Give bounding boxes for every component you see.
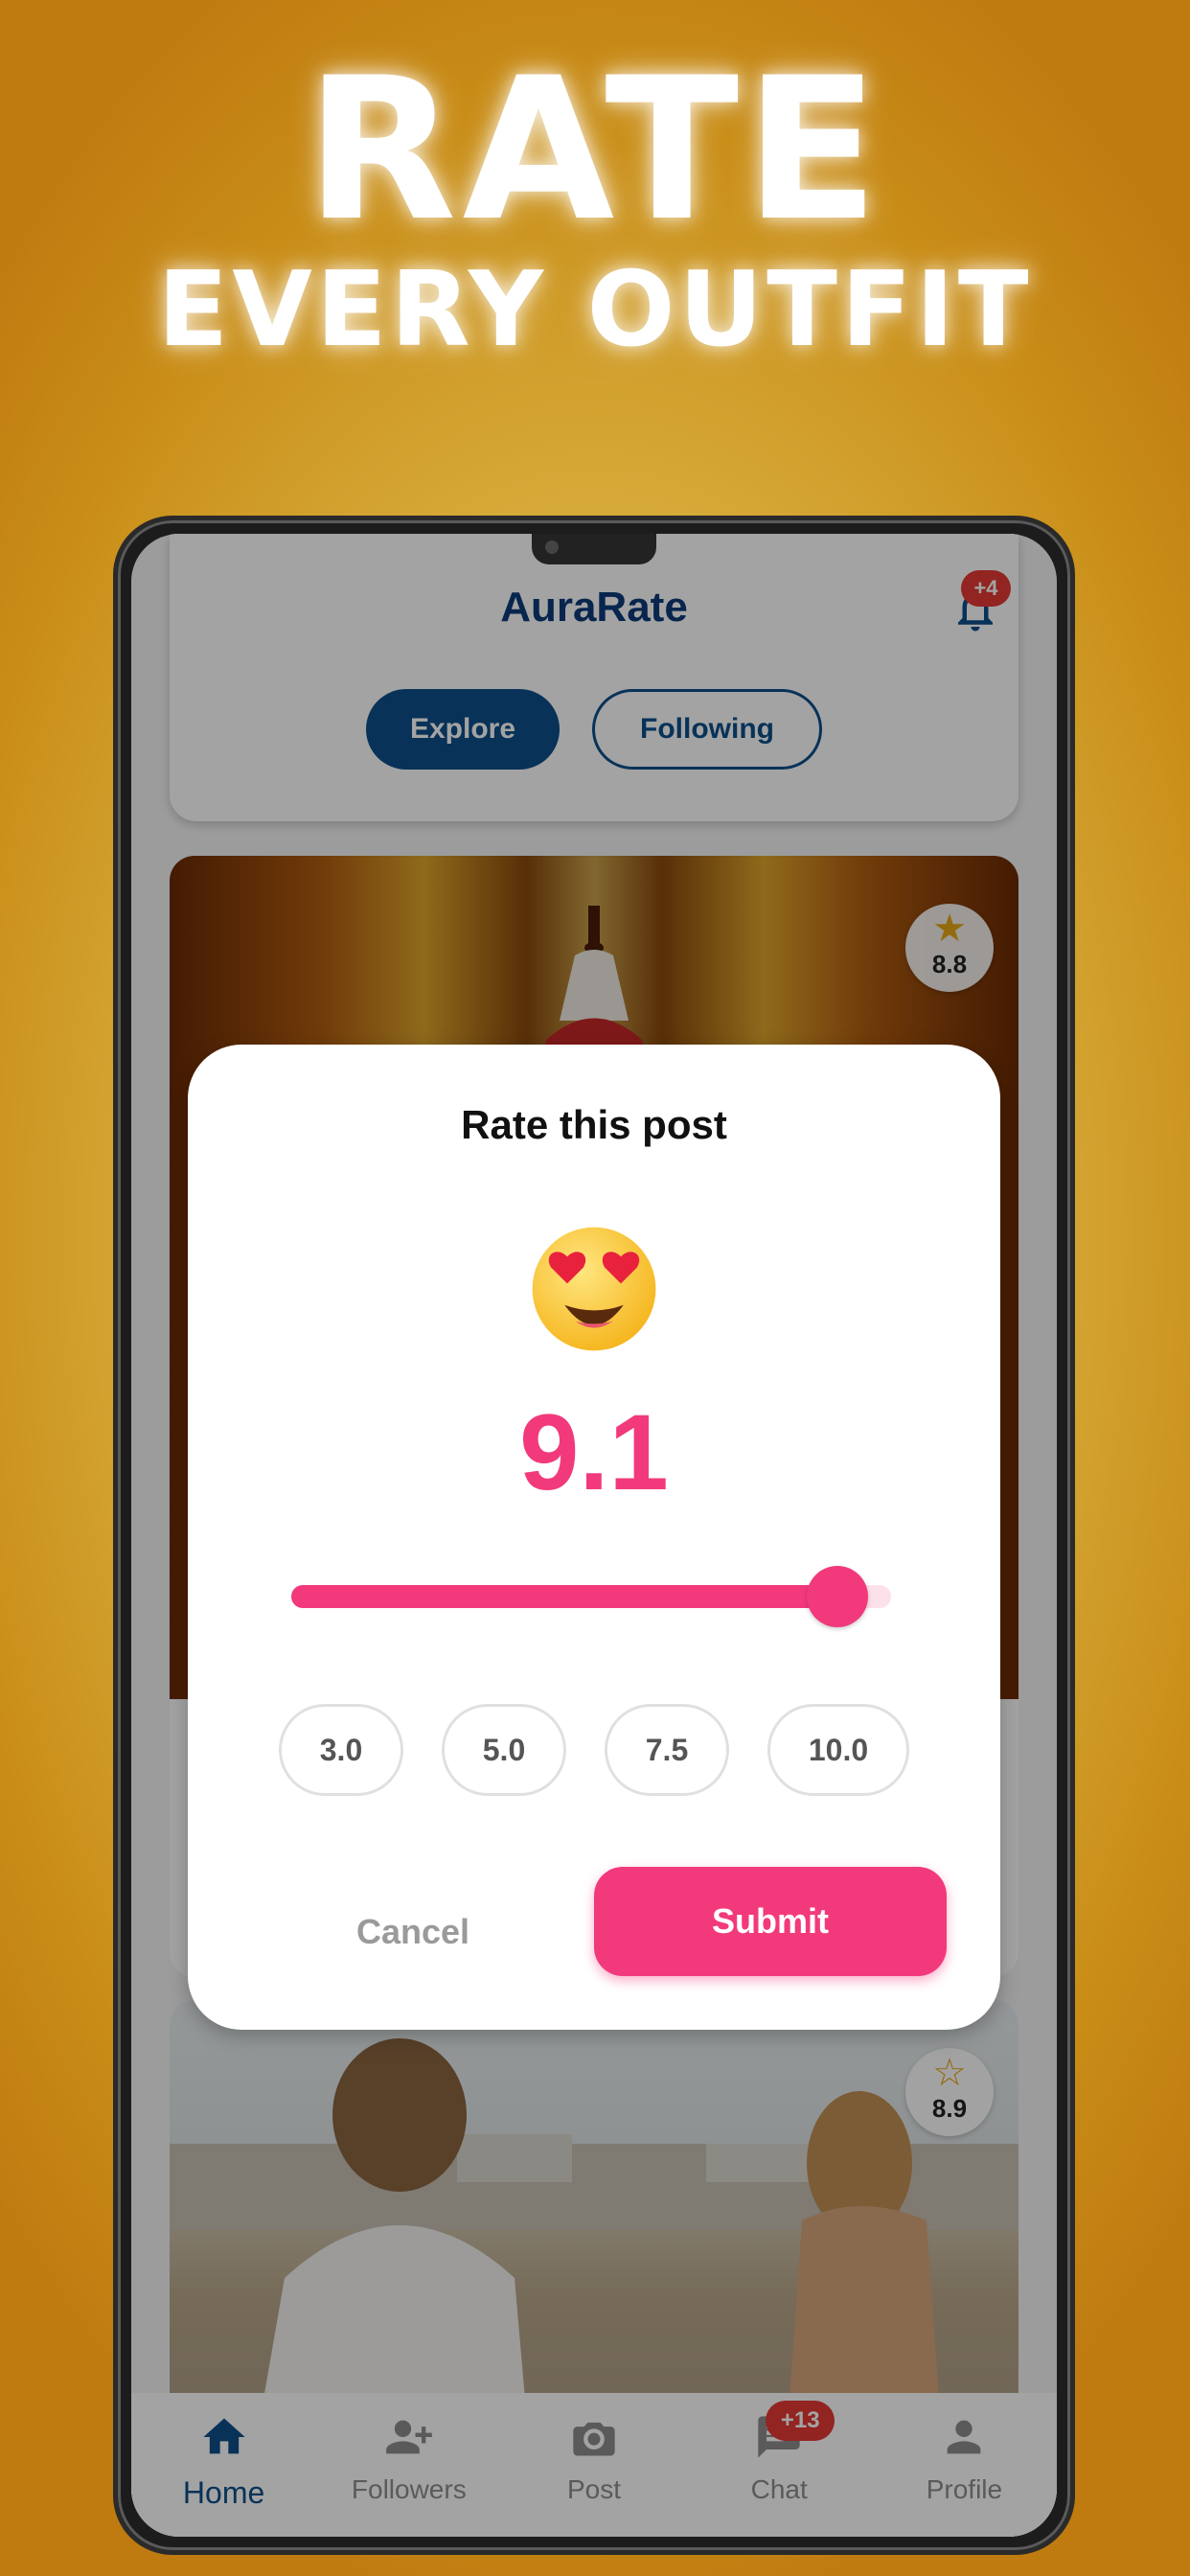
headline-subtitle: EVERY OUTFIT bbox=[157, 250, 1033, 370]
preset-7-5-button[interactable]: 7.5 bbox=[605, 1704, 729, 1796]
preset-5-button[interactable]: 5.0 bbox=[442, 1704, 566, 1796]
heart-eyes-emoji-icon bbox=[532, 1227, 656, 1351]
dialog-title: Rate this post bbox=[461, 1102, 727, 1147]
camera-notch bbox=[532, 534, 656, 564]
preset-3-button[interactable]: 3.0 bbox=[279, 1704, 403, 1796]
cancel-button[interactable]: Cancel bbox=[303, 1878, 523, 1986]
slider-thumb[interactable] bbox=[806, 1566, 868, 1627]
rating-slider[interactable] bbox=[291, 1566, 891, 1627]
preset-10-button[interactable]: 10.0 bbox=[767, 1704, 909, 1796]
preset-ratings: 3.0 5.0 7.5 10.0 bbox=[188, 1704, 1000, 1796]
slider-fill bbox=[291, 1585, 837, 1608]
rating-score: 9.1 bbox=[519, 1392, 669, 1512]
headline-title: RATE bbox=[305, 36, 885, 264]
submit-button[interactable]: Submit bbox=[594, 1867, 947, 1976]
rating-dialog: Rate this post 9.1 3.0 5.0 7.5 10.0 Canc… bbox=[188, 1045, 1000, 2030]
